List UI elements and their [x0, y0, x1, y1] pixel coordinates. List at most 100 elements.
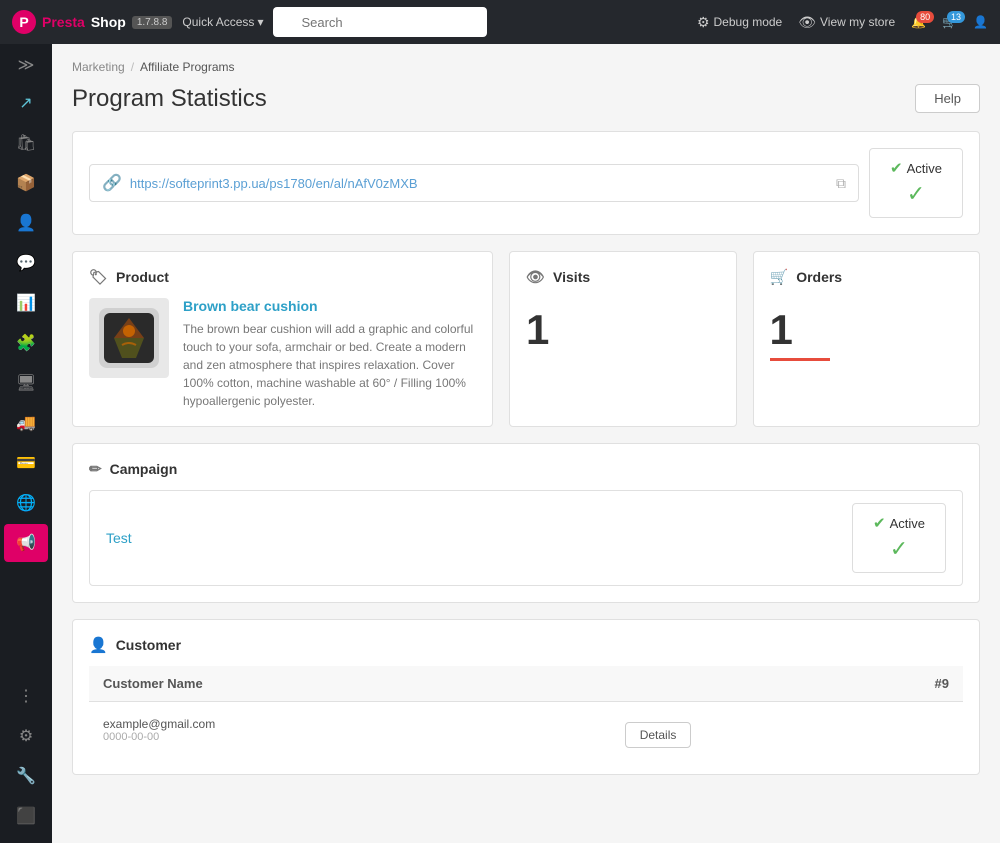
user-icon: 👤 — [973, 15, 988, 29]
table-row: example@gmail.com 0000-00-00 Details — [89, 702, 963, 759]
campaign-title-text: Campaign — [110, 461, 178, 477]
customer-table-header-row: Customer Name #9 — [89, 666, 963, 702]
product-content: Brown bear cushion The brown bear cushio… — [89, 298, 476, 410]
customer-actions-cell: Details — [611, 702, 963, 759]
app-logo: P Presta Shop 1.7.8.8 — [12, 10, 172, 34]
campaign-name[interactable]: Test — [106, 530, 132, 546]
orders-card: 🛒 Orders 1 — [753, 251, 981, 427]
sidebar-item-catalog[interactable]: 📦 — [4, 164, 48, 202]
sidebar-item-messages[interactable]: 💬 — [4, 244, 48, 282]
customer-date: 0000-00-00 — [103, 731, 597, 743]
logo-shop: Shop — [91, 14, 126, 30]
page-title: Program Statistics — [72, 85, 267, 113]
quick-access-btn[interactable]: Quick Access ▾ — [182, 15, 263, 29]
campaign-section-title: ✏ Campaign — [89, 460, 963, 478]
orders-section-title: 🛒 Orders — [770, 268, 843, 286]
stats-row: 🏷 Product Brown bear cushion — [72, 251, 980, 427]
affiliate-link-card: 🔗 https://softeprint3.pp.ua/ps1780/en/al… — [72, 131, 980, 235]
breadcrumb-separator: / — [131, 60, 134, 74]
user-btn[interactable]: 👤 — [973, 15, 988, 29]
debug-mode-label: Debug mode — [714, 15, 783, 29]
link-section: 🔗 https://softeprint3.pp.ua/ps1780/en/al… — [89, 164, 859, 202]
visits-title-text: Visits — [553, 269, 590, 285]
navbar: P PrestaShop 1.7.8.8 Quick Access ▾ 🔍 ⚙ … — [0, 0, 1000, 44]
sidebar-item-design[interactable]: 🖥 — [4, 364, 48, 402]
view-store-label: View my store — [820, 15, 895, 29]
sidebar-item-payment[interactable]: 💳 — [4, 444, 48, 482]
product-image-svg — [94, 303, 164, 373]
product-title-text: Product — [116, 269, 169, 285]
customer-email: example@gmail.com — [103, 717, 597, 731]
sidebar-item-settings[interactable]: ⚙ — [4, 717, 48, 755]
customer-title-text: Customer — [116, 637, 181, 653]
person-icon: 👤 — [89, 636, 108, 654]
main-content: Marketing / Affiliate Programs Program S… — [52, 44, 1000, 843]
product-image — [89, 298, 169, 378]
sidebar-item-logs[interactable]: ⬛ — [4, 797, 48, 835]
notification-count: 80 — [916, 11, 934, 23]
affiliate-url[interactable]: https://softeprint3.pp.ua/ps1780/en/al/n… — [130, 176, 828, 191]
product-name: Brown bear cushion — [183, 298, 476, 314]
help-button[interactable]: Help — [915, 84, 980, 113]
customer-id-header: #9 — [611, 666, 963, 702]
gear-icon: ⚙ — [697, 14, 710, 31]
breadcrumb-parent[interactable]: Marketing — [72, 60, 125, 74]
cart-count: 13 — [947, 11, 965, 23]
notifications-btn[interactable]: 🔔 80 — [911, 15, 926, 29]
orders-count: 1 — [770, 306, 793, 354]
pencil-icon: ✏ — [89, 460, 102, 478]
sidebar-item-dashboard[interactable]: ↗ — [4, 84, 48, 122]
visits-count: 1 — [526, 306, 549, 354]
product-section-title: 🏷 Product — [89, 268, 476, 286]
search-input[interactable] — [273, 7, 487, 37]
logo-text: Presta — [42, 14, 85, 30]
sidebar: ≫ ↗ 🛍 📦 👤 💬 📊 🧩 🖥 🚚 💳 🌐 📢 ⋮ ⚙ 🔧 ⬛ — [0, 44, 52, 843]
sidebar-toggle[interactable]: ≫ — [4, 50, 48, 80]
campaign-row: Test ✔ Active ✓ — [89, 490, 963, 586]
page-header: Program Statistics Help — [72, 84, 980, 113]
sidebar-item-customers[interactable]: 👤 — [4, 204, 48, 242]
status-text: Active — [907, 161, 942, 176]
copy-icon[interactable]: ⧉ — [836, 175, 846, 192]
visits-section-title: 👁 Visits — [526, 268, 590, 286]
campaign-check-icon: ✔ — [873, 514, 886, 532]
campaign-status-label: ✔ Active — [873, 514, 925, 532]
customer-card: 👤 Customer Customer Name #9 example@gmai… — [72, 619, 980, 775]
sidebar-item-more[interactable]: ⋮ — [4, 677, 48, 715]
campaign-status-text: Active — [890, 516, 925, 531]
visits-card: 👁 Visits 1 — [509, 251, 737, 427]
quick-access-label: Quick Access — [182, 15, 254, 29]
sidebar-item-advanced[interactable]: 🔧 — [4, 757, 48, 795]
sidebar-item-statistics[interactable]: 📊 — [4, 284, 48, 322]
version-badge: 1.7.8.8 — [132, 16, 173, 29]
sidebar-item-orders[interactable]: 🛍 — [4, 124, 48, 162]
orders-underline — [770, 358, 830, 361]
cart-btn[interactable]: 🛒 13 — [942, 15, 957, 29]
details-button[interactable]: Details — [625, 722, 692, 748]
product-details: Brown bear cushion The brown bear cushio… — [183, 298, 476, 410]
chevron-down-icon: ▾ — [257, 15, 263, 29]
breadcrumb: Marketing / Affiliate Programs — [72, 60, 980, 74]
campaign-check-large: ✓ — [890, 536, 908, 562]
sidebar-item-marketing[interactable]: 📢 — [4, 524, 48, 562]
affiliate-status-badge: ✔ Active ✓ — [869, 148, 963, 218]
debug-mode-btn[interactable]: ⚙ Debug mode — [697, 14, 782, 31]
logo-icon: P — [12, 10, 36, 34]
link-icon: 🔗 — [102, 173, 122, 193]
sidebar-item-shipping[interactable]: 🚚 — [4, 404, 48, 442]
status-label-row: ✔ Active — [890, 159, 942, 177]
campaign-card: ✏ Campaign Test ✔ Active ✓ — [72, 443, 980, 603]
view-store-btn[interactable]: 👁 View my store — [798, 14, 895, 31]
svg-text:P: P — [19, 14, 28, 30]
product-card: 🏷 Product Brown bear cushion — [72, 251, 493, 427]
product-description: The brown bear cushion will add a graphi… — [183, 320, 476, 410]
basket-icon: 🛒 — [770, 268, 789, 286]
sidebar-item-modules[interactable]: 🧩 — [4, 324, 48, 362]
eye-visits-icon: 👁 — [526, 268, 545, 286]
customer-table: Customer Name #9 example@gmail.com 0000-… — [89, 666, 963, 758]
tag-icon: 🏷 — [89, 268, 108, 286]
breadcrumb-current: Affiliate Programs — [140, 60, 234, 74]
customer-section-title: 👤 Customer — [89, 636, 963, 654]
status-check-large: ✓ — [907, 181, 925, 207]
sidebar-item-international[interactable]: 🌐 — [4, 484, 48, 522]
